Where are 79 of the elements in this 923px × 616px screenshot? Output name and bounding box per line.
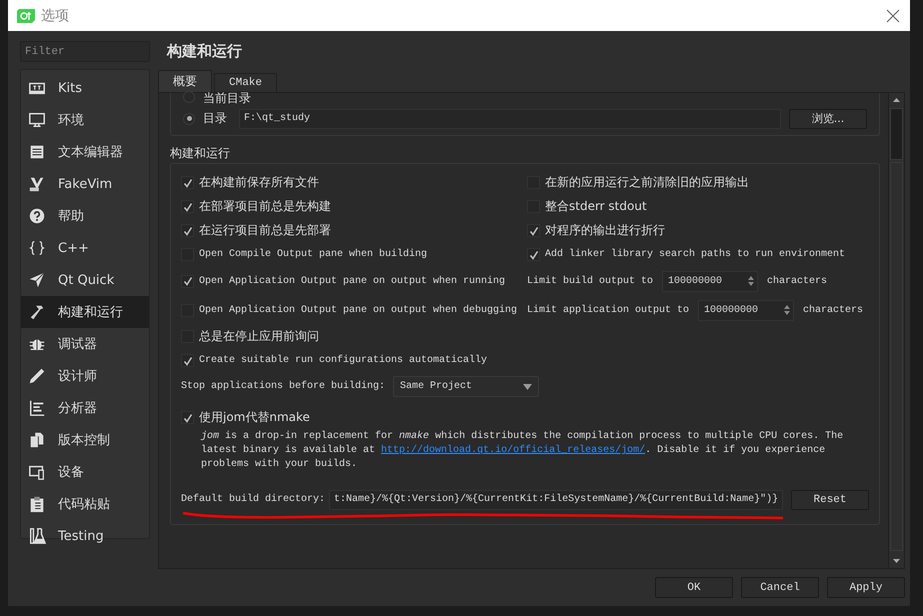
section-title: 构建和运行 <box>170 144 231 159</box>
clipboard-icon <box>28 495 46 513</box>
radio-label: 目录 <box>203 110 227 128</box>
scroll-thumb[interactable] <box>890 108 903 160</box>
caret-icon <box>523 384 532 390</box>
checkbox-label: 总是在停止应用前询问 <box>199 328 319 346</box>
limit-label: Limit application output to <box>527 304 690 316</box>
checkbox-label: Open Application Output pane on output when running <box>199 276 506 287</box>
browse-button[interactable]: 浏览... <box>789 108 867 129</box>
sidebar-item[interactable]: Kits <box>21 72 149 104</box>
download-link[interactable]: http://download.qt.io/official_releases/jom/ <box>381 444 646 456</box>
checkbox-label: 在部署项目前总是先构建 <box>199 198 331 216</box>
tab[interactable]: 概要 <box>158 70 212 92</box>
devices-icon <box>28 463 46 481</box>
sidebar-item[interactable]: 版本控制 <box>21 424 149 456</box>
hammer-icon <box>28 303 46 321</box>
app-logo-icon <box>17 8 35 22</box>
sidebar-item[interactable]: 帮助 <box>21 200 149 232</box>
sidebar-item[interactable]: Testing <box>21 520 149 552</box>
checkbox[interactable] <box>181 411 194 424</box>
checkbox-label: Open Compile Output pane when building <box>199 249 428 260</box>
page-heading: 构建和运行 <box>166 41 243 62</box>
jom-description: jom is a drop-in replacement for nmake which distributes the compilation process to multiple CPU cores. The latest binary is available at http://download.qt.io/official_releases/jom/. Disable it if you experience problems with your builds. <box>201 430 844 472</box>
documents-icon <box>28 431 46 449</box>
checkbox-label: Open Application Output pane on output when debugging <box>199 304 518 316</box>
dialog-button[interactable]: OK <box>655 577 733 598</box>
paper-plane-icon <box>28 271 46 289</box>
checkbox[interactable] <box>181 274 194 288</box>
sidebar-item[interactable]: FakeVim <box>21 168 149 200</box>
checkbox[interactable] <box>527 248 540 262</box>
checkbox-label: 使用jom代替nmake <box>199 409 310 426</box>
close-icon[interactable] <box>886 8 900 22</box>
limit-label: Limit build output to <box>527 276 654 287</box>
stop-dropdown[interactable]: Same Project <box>393 376 540 398</box>
checkbox[interactable] <box>181 354 194 368</box>
checkbox[interactable] <box>181 176 194 190</box>
build-directory-label: Default build directory: <box>181 494 326 506</box>
radio-button[interactable] <box>183 112 195 125</box>
help-icon <box>28 207 46 225</box>
unit-label: characters <box>767 276 828 287</box>
sidebar-item[interactable]: 代码粘贴 <box>21 488 149 520</box>
sidebar-item[interactable]: 设计师 <box>21 360 149 392</box>
checkbox-label: 整合stderr stdout <box>545 198 647 216</box>
dialog-button[interactable]: Apply <box>827 577 905 598</box>
checkbox[interactable] <box>181 200 194 214</box>
path-field[interactable]: F:\qt_study <box>239 108 781 129</box>
dialog-button[interactable]: Cancel <box>741 577 819 598</box>
pencil-icon <box>28 367 46 385</box>
checkbox-label: 对程序的输出进行折行 <box>545 222 665 240</box>
number-spinbox[interactable]: 100000000 <box>662 270 758 292</box>
build-directory-field[interactable]: t:Name}/%{Qt:Version}/%{CurrentKit:FileSystemName}/%{CurrentBuild:Name}")} <box>329 490 784 510</box>
reset-button[interactable]: Reset <box>791 490 870 510</box>
checkbox-label: Add linker library search paths to run environment <box>545 249 846 260</box>
monitor-icon <box>28 111 46 129</box>
document-icon <box>28 143 46 161</box>
stop-label: Stop applications before building: <box>181 381 386 392</box>
checkbox-label: 在构建前保存所有文件 <box>199 174 319 192</box>
number-spinbox[interactable]: 100000000 <box>698 300 794 321</box>
checkbox-label: 在运行项目前总是先部署 <box>199 222 331 240</box>
sidebar-item[interactable]: 分析器 <box>21 392 149 424</box>
sidebar-item[interactable]: 调试器 <box>21 328 149 360</box>
sidebar-item[interactable]: C++ <box>21 232 149 264</box>
sidebar-item[interactable]: 环境 <box>21 104 149 136</box>
checkbox[interactable] <box>527 224 540 238</box>
radio-label: 当前目录 <box>203 92 251 103</box>
sidebar-item[interactable]: 设备 <box>21 456 149 488</box>
checkbox[interactable] <box>181 224 194 238</box>
checkbox-label: Create suitable run configurations automatically <box>199 355 488 366</box>
flask-icon <box>28 527 46 545</box>
filter-field[interactable]: Filter <box>20 41 150 62</box>
braces-icon <box>28 239 46 257</box>
bar-list-icon <box>28 399 46 417</box>
tab[interactable]: CMake <box>214 72 278 92</box>
sidebar-item[interactable]: Qt Quick <box>21 264 149 296</box>
sidebar-item[interactable]: 构建和运行 <box>21 296 149 328</box>
unit-label: characters <box>803 304 864 316</box>
window-title: 选项 <box>41 6 70 24</box>
checkbox-label: 在新的应用运行之前清除旧的应用输出 <box>545 174 749 192</box>
sidebar-item[interactable]: 文本编辑器 <box>21 136 149 168</box>
